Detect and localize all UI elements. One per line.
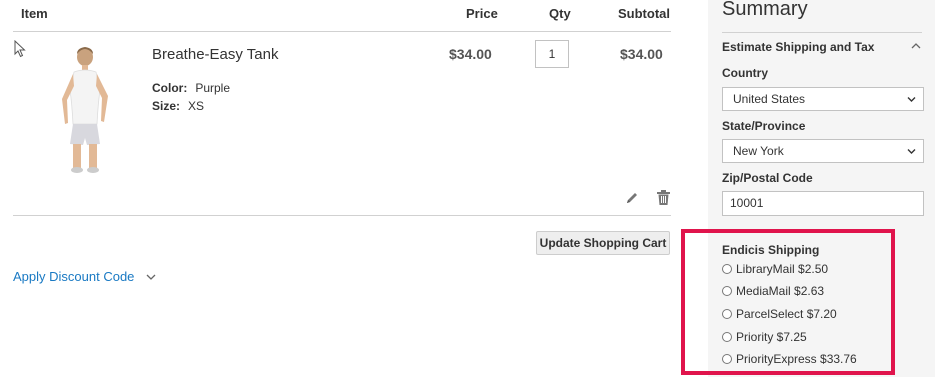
state-select[interactable]: New York (722, 139, 924, 163)
cursor-icon (14, 40, 26, 58)
chevron-down-icon (146, 274, 156, 280)
edit-icon[interactable] (625, 191, 639, 205)
option-size: Size: XS (152, 99, 204, 113)
chevron-down-icon (907, 149, 916, 154)
option-value: XS (188, 99, 205, 113)
summary-title: Summary (722, 0, 808, 20)
header-item: Item (21, 6, 48, 21)
country-value: United States (733, 92, 806, 106)
divider (13, 31, 671, 32)
option-color: Color: Purple (152, 81, 230, 95)
cart-table: Item Price Qty Subtotal Breathe-Easy Tan… (0, 0, 690, 377)
state-label: State/Province (722, 119, 806, 133)
country-label: Country (722, 66, 768, 80)
chevron-up-icon[interactable] (911, 42, 921, 50)
country-select[interactable]: United States (722, 87, 924, 111)
item-subtotal: $34.00 (620, 46, 663, 62)
product-name[interactable]: Breathe-Easy Tank (152, 46, 278, 63)
estimate-shipping-toggle[interactable]: Estimate Shipping and Tax (722, 40, 874, 54)
zip-input[interactable]: 10001 (722, 191, 924, 216)
header-qty: Qty (549, 6, 571, 21)
qty-input[interactable]: 1 (535, 40, 569, 68)
zip-label: Zip/Postal Code (722, 171, 813, 185)
option-label: Color: (152, 81, 188, 95)
update-cart-button[interactable]: Update Shopping Cart (536, 231, 670, 255)
item-price: $34.00 (449, 46, 492, 62)
trash-icon[interactable] (657, 190, 670, 205)
option-value: Purple (195, 81, 231, 95)
discount-label[interactable]: Apply Discount Code (13, 269, 134, 284)
chevron-down-icon (907, 97, 916, 102)
state-value: New York (733, 144, 784, 158)
header-subtotal: Subtotal (618, 6, 670, 21)
header-price: Price (466, 6, 498, 21)
option-label: Size: (152, 99, 181, 113)
product-image[interactable] (40, 44, 130, 174)
divider (722, 32, 922, 33)
highlight-box (681, 229, 895, 375)
divider (13, 215, 671, 216)
apply-discount-toggle[interactable]: Apply Discount Code (13, 269, 156, 284)
